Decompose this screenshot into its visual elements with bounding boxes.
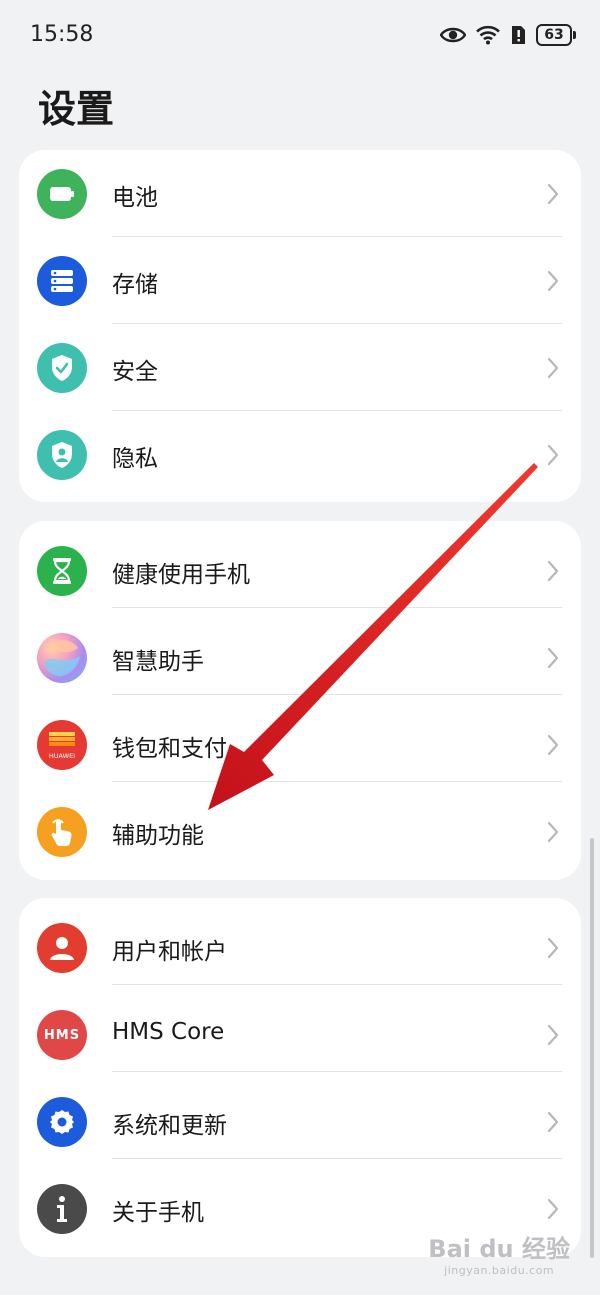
chevron-right-icon — [547, 560, 559, 582]
baidu-jingyan-watermark: Bai du 经验 jingyan.baidu.com — [428, 1229, 570, 1277]
chevron-right-icon — [547, 1198, 559, 1220]
accessibility-hand-icon — [37, 807, 87, 857]
settings-item-label: 隐私 — [112, 446, 158, 472]
battery-indicator: 63 — [536, 24, 576, 46]
page-title: 设置 — [38, 87, 115, 131]
watermark-main: Bai du 经验 — [428, 1235, 570, 1263]
status-time: 15:58 — [30, 22, 94, 47]
chevron-right-icon — [547, 821, 559, 843]
settings-group-2: 健康使用手机 智慧助手 HUAWEI 钱包和支付 辅助功能 — [19, 521, 581, 880]
settings-item-accessibility[interactable]: 辅助功能 — [19, 782, 581, 869]
sim-alert-icon — [510, 25, 526, 45]
settings-item-smart-assistant[interactable]: 智慧助手 — [19, 608, 581, 695]
settings-item-label: HMS Core — [112, 1019, 225, 1045]
chevron-right-icon — [547, 270, 559, 292]
settings-item-system-update[interactable]: 系统和更新 — [19, 1072, 581, 1159]
info-icon — [37, 1184, 87, 1234]
chevron-right-icon — [547, 183, 559, 205]
settings-group-1: 电池 存储 安全 隐私 — [19, 150, 581, 502]
settings-item-label: 用户和帐户 — [112, 939, 227, 965]
chevron-right-icon — [547, 1024, 559, 1046]
settings-group-3: 用户和帐户 HMS HMS Core 系统和更新 关于手机 — [19, 898, 581, 1257]
settings-item-digital-balance[interactable]: 健康使用手机 — [19, 521, 581, 608]
settings-item-label: 辅助功能 — [112, 823, 204, 849]
chevron-right-icon — [547, 937, 559, 959]
settings-item-security[interactable]: 安全 — [19, 324, 581, 411]
settings-item-label: 系统和更新 — [112, 1113, 227, 1139]
hms-icon-text: HMS — [43, 1027, 81, 1043]
privacy-shield-icon — [37, 430, 87, 480]
settings-item-label: 健康使用手机 — [112, 562, 250, 588]
watermark-sub: jingyan.baidu.com — [444, 1264, 555, 1277]
user-icon — [37, 923, 87, 973]
settings-item-label: 关于手机 — [112, 1200, 204, 1226]
chevron-right-icon — [547, 1111, 559, 1133]
chevron-right-icon — [547, 734, 559, 756]
chevron-right-icon — [547, 647, 559, 669]
settings-item-label: 智慧助手 — [112, 649, 204, 675]
status-bar: 15:58 63 — [0, 0, 600, 70]
battery-icon — [37, 169, 87, 219]
scrollbar-thumb[interactable] — [590, 838, 594, 1258]
settings-item-battery[interactable]: 电池 — [19, 150, 581, 237]
wallet-icon: HUAWEI — [37, 720, 87, 770]
gear-icon — [37, 1097, 87, 1147]
wallet-icon-text: HUAWEI — [49, 752, 75, 760]
settings-item-wallet-payment[interactable]: HUAWEI 钱包和支付 — [19, 695, 581, 782]
chevron-right-icon — [547, 444, 559, 466]
security-shield-icon — [37, 343, 87, 393]
settings-item-privacy[interactable]: 隐私 — [19, 411, 581, 498]
assistant-icon — [37, 633, 87, 683]
settings-item-label: 存储 — [112, 272, 158, 298]
settings-item-label: 钱包和支付 — [112, 736, 227, 762]
storage-icon — [37, 256, 87, 306]
settings-item-label: 电池 — [112, 185, 158, 211]
hourglass-icon — [37, 546, 87, 596]
wifi-icon — [476, 25, 500, 45]
settings-item-hms-core[interactable]: HMS HMS Core — [19, 985, 581, 1072]
chevron-right-icon — [547, 357, 559, 379]
eye-comfort-icon — [440, 26, 466, 44]
hms-icon: HMS — [37, 1010, 87, 1060]
settings-item-label: 安全 — [112, 359, 158, 385]
status-icons: 63 — [440, 20, 576, 50]
settings-item-users-accounts[interactable]: 用户和帐户 — [19, 898, 581, 985]
settings-item-storage[interactable]: 存储 — [19, 237, 581, 324]
